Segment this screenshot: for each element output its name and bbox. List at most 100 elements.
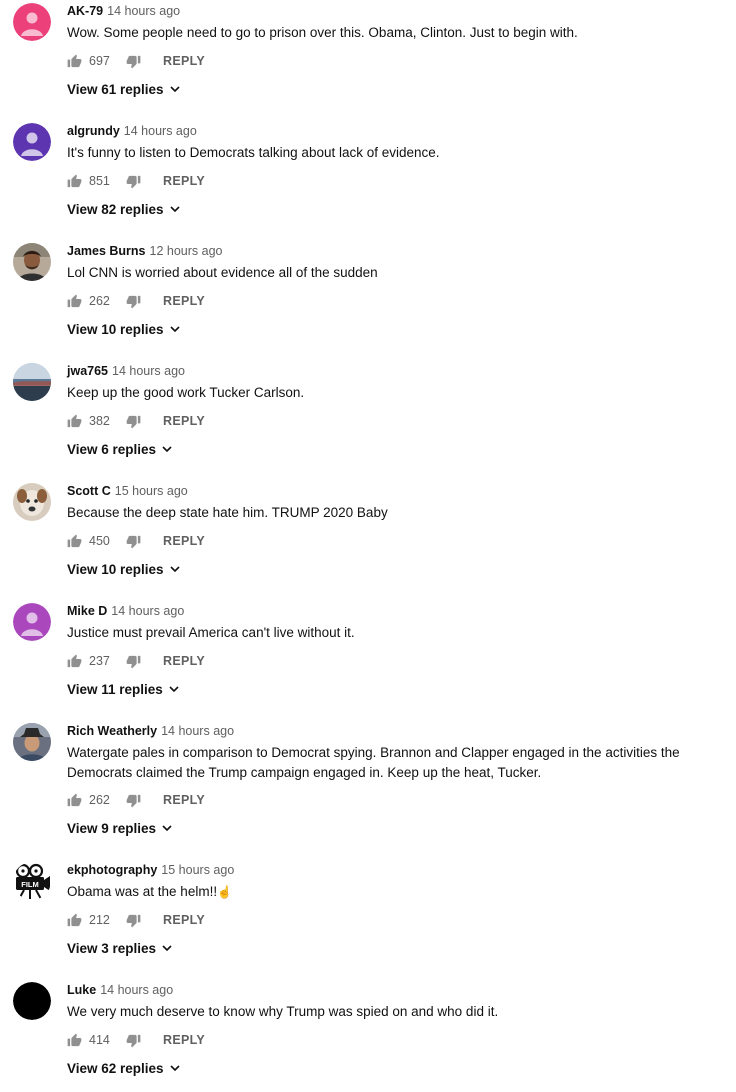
avatar[interactable] [13,243,51,281]
comment-actions: 851 REPLY [67,171,205,191]
view-replies-button[interactable]: View 9 replies [67,818,173,838]
dislike-button[interactable] [126,414,141,429]
like-button[interactable]: 851 [67,174,121,189]
reply-button[interactable]: REPLY [163,654,205,668]
reply-button[interactable]: REPLY [163,174,205,188]
reply-button[interactable]: REPLY [163,534,205,548]
like-button[interactable]: 414 [67,1033,121,1048]
photo-avatar-hat-man-icon [13,723,51,761]
view-replies-label: View 9 replies [67,820,157,836]
thumbs-down-icon [126,175,141,188]
comment-timestamp[interactable]: 14 hours ago [124,124,197,138]
reply-button[interactable]: REPLY [163,913,205,927]
comment-timestamp[interactable]: 15 hours ago [161,863,234,877]
film-camera-logo-avatar-icon: FILM [13,862,51,900]
author-name[interactable]: Scott C [67,484,111,498]
thumbs-up-icon [67,654,82,667]
comments-section: AK-79 14 hours ago Wow. Some people need … [0,0,736,1092]
comment-actions: 697 REPLY [67,51,205,71]
thumbs-up-icon [67,534,82,547]
dislike-button[interactable] [126,654,141,669]
like-button[interactable]: 697 [67,54,121,69]
reply-button[interactable]: REPLY [163,414,205,428]
author-name[interactable]: Mike D [67,604,107,618]
avatar[interactable]: FILM [13,862,51,900]
view-replies-button[interactable]: View 6 replies [67,439,173,459]
like-count: 382 [89,414,110,428]
like-button[interactable]: 237 [67,654,121,669]
comment-timestamp[interactable]: 12 hours ago [150,244,223,258]
like-button[interactable]: 262 [67,793,121,808]
chevron-down-icon [170,326,180,333]
dislike-button[interactable] [126,1033,141,1048]
comment-timestamp[interactable]: 14 hours ago [107,4,180,18]
thumbs-up-icon [67,294,82,307]
thumbs-down-icon [126,415,141,428]
photo-avatar-landscape-icon [13,363,51,401]
comment-header: jwa765 14 hours ago [67,361,185,381]
comment-header: Rich Weatherly 14 hours ago [67,721,234,741]
avatar[interactable] [13,982,51,1020]
author-name[interactable]: ekphotography [67,863,157,877]
thumbs-up-icon [67,1033,82,1046]
comment-timestamp[interactable]: 14 hours ago [111,604,184,618]
comment-actions: 382 REPLY [67,411,205,431]
comment-timestamp[interactable]: 14 hours ago [161,724,234,738]
comment-text: We very much deserve to know why Trump w… [67,1004,499,1019]
dislike-button[interactable] [126,534,141,549]
avatar[interactable] [13,483,51,521]
dislike-button[interactable] [126,174,141,189]
pointing-up-emoji-icon: ☝ [217,885,233,899]
comment-timestamp[interactable]: 14 hours ago [112,364,185,378]
reply-button[interactable]: REPLY [163,294,205,308]
thumbs-up-icon [67,54,82,67]
author-name[interactable]: Rich Weatherly [67,724,157,738]
avatar[interactable] [13,603,51,641]
comment-actions: 414 REPLY [67,1030,205,1050]
thumbs-down-icon [126,1034,141,1047]
like-button[interactable]: 382 [67,414,121,429]
comment-timestamp[interactable]: 15 hours ago [115,484,188,498]
author-name[interactable]: AK-79 [67,4,103,18]
dislike-button[interactable] [126,913,141,928]
comment-header: James Burns 12 hours ago [67,241,223,261]
chevron-down-icon [170,206,180,213]
view-replies-button[interactable]: View 61 replies [67,79,181,99]
magenta-default-avatar-icon [13,603,51,641]
photo-avatar-man-icon [13,243,51,281]
like-button[interactable]: 262 [67,294,121,309]
avatar[interactable] [13,123,51,161]
like-count: 697 [89,54,110,68]
like-count: 450 [89,534,110,548]
view-replies-button[interactable]: View 82 replies [67,199,181,219]
author-name[interactable]: Luke [67,983,96,997]
black-avatar-icon [13,982,51,1020]
dislike-button[interactable] [126,793,141,808]
view-replies-button[interactable]: View 10 replies [67,319,181,339]
thumbs-up-icon [67,913,82,926]
like-button[interactable]: 212 [67,913,121,928]
avatar[interactable] [13,3,51,41]
comment-timestamp[interactable]: 14 hours ago [100,983,173,997]
view-replies-button[interactable]: View 11 replies [67,679,180,699]
view-replies-button[interactable]: View 3 replies [67,938,173,958]
chevron-down-icon [169,686,179,693]
reply-button[interactable]: REPLY [163,793,205,807]
view-replies-button[interactable]: View 10 replies [67,559,181,579]
view-replies-label: View 10 replies [67,321,164,337]
thumbs-up-icon [67,414,82,427]
like-count: 262 [89,294,110,308]
like-button[interactable]: 450 [67,534,121,549]
avatar[interactable] [13,723,51,761]
dislike-button[interactable] [126,54,141,69]
chevron-down-icon [170,1065,180,1072]
author-name[interactable]: jwa765 [67,364,108,378]
avatar[interactable] [13,363,51,401]
author-name[interactable]: algrundy [67,124,120,138]
reply-button[interactable]: REPLY [163,1033,205,1047]
author-name[interactable]: James Burns [67,244,146,258]
dislike-button[interactable] [126,294,141,309]
like-count: 414 [89,1033,110,1047]
reply-button[interactable]: REPLY [163,54,205,68]
view-replies-button[interactable]: View 62 replies [67,1058,181,1078]
